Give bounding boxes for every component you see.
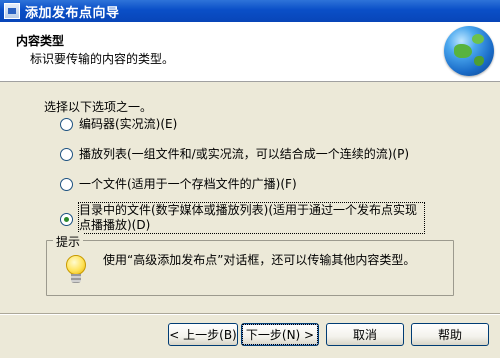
cancel-button[interactable]: 取消 bbox=[326, 323, 404, 346]
radio-playlist[interactable] bbox=[60, 148, 73, 161]
tip-groupbox: 提示 使用“高级添加发布点”对话框，还可以传输其他内容类型。 bbox=[46, 233, 454, 296]
option-label: 播放列表(一组文件和/或实况流，可以结合成一个连续的流)(P) bbox=[79, 147, 410, 161]
tip-legend: 提示 bbox=[53, 233, 84, 250]
radio-encoder[interactable] bbox=[60, 118, 73, 131]
button-separator bbox=[0, 313, 500, 315]
option-single-file[interactable]: 一个文件(适用于一个存档文件的广播)(F) bbox=[60, 177, 297, 192]
cancel-button-label: 取消 bbox=[352, 328, 377, 342]
option-label: 编码器(实况流)(E) bbox=[79, 117, 178, 131]
wizard-app-icon bbox=[4, 3, 20, 19]
radio-single-file[interactable] bbox=[60, 178, 73, 191]
page-title: 内容类型 bbox=[16, 34, 65, 48]
radio-directory-files[interactable] bbox=[60, 213, 73, 226]
title-bar: 添加发布点向导 bbox=[0, 0, 500, 22]
back-button-label: < 上一步(B) bbox=[169, 328, 237, 342]
next-button-label: 下一步(N) > bbox=[241, 324, 319, 345]
tip-text: 使用“高级添加发布点”对话框，还可以传输其他内容类型。 bbox=[103, 253, 416, 267]
option-encoder[interactable]: 编码器(实况流)(E) bbox=[60, 117, 177, 132]
options-prompt: 选择以下选项之一。 bbox=[44, 100, 153, 114]
globe-icon bbox=[444, 26, 494, 76]
lightbulb-icon bbox=[65, 255, 87, 285]
help-button[interactable]: 帮助 bbox=[411, 323, 489, 346]
back-button[interactable]: < 上一步(B) bbox=[168, 323, 238, 346]
wizard-header: 内容类型 标识要传输的内容的类型。 bbox=[0, 22, 500, 82]
page-subtitle: 标识要传输的内容的类型。 bbox=[30, 52, 175, 66]
option-directory-files[interactable]: 目录中的文件(数字媒体或播放列表)(适用于通过一个发布点实现点播播放)(D) bbox=[60, 202, 425, 234]
help-button-label: 帮助 bbox=[437, 328, 462, 342]
option-label: 目录中的文件(数字媒体或播放列表)(适用于通过一个发布点实现点播播放)(D) bbox=[78, 202, 425, 234]
window-title: 添加发布点向导 bbox=[25, 5, 120, 21]
option-playlist[interactable]: 播放列表(一组文件和/或实况流，可以结合成一个连续的流)(P) bbox=[60, 147, 409, 162]
option-label: 一个文件(适用于一个存档文件的广播)(F) bbox=[79, 177, 297, 191]
next-button[interactable]: 下一步(N) > bbox=[241, 323, 319, 346]
